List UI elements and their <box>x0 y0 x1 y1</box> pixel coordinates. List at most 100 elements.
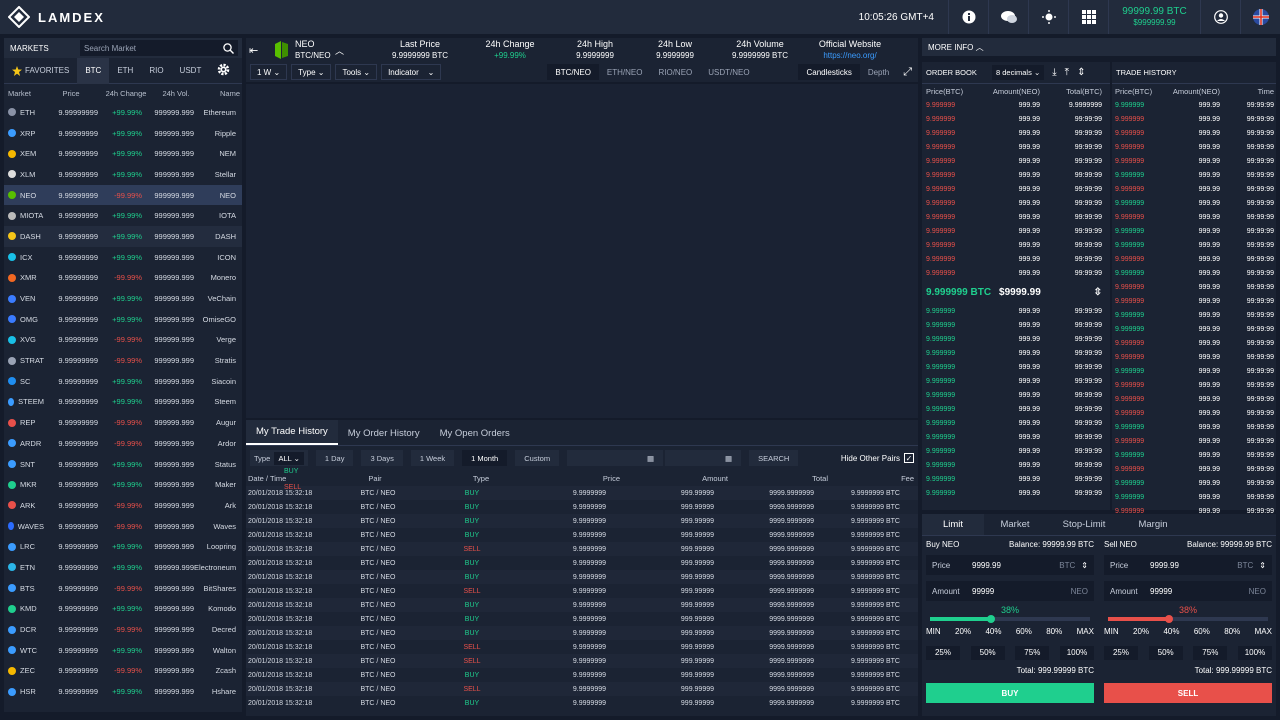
trade-row[interactable]: 9.999999 999.99 99:99:99 <box>1112 294 1276 308</box>
buy-mark[interactable]: 60% <box>1016 627 1032 636</box>
balance[interactable]: 99999.99 BTC $999999.99 <box>1108 0 1200 34</box>
market-row-xem[interactable]: XEM 9.99999999 +99.99% 999999.999 NEM <box>4 143 242 164</box>
end-date-input[interactable]: ▦ <box>665 450 742 466</box>
col-date[interactable]: Date / Time <box>246 474 286 483</box>
buy-mark[interactable]: 20% <box>955 627 971 636</box>
trade-row[interactable]: 9.999999 999.99 99:99:99 <box>1112 196 1276 210</box>
ask-row[interactable]: 9.999999 999.99 99:99:99 <box>922 266 1110 280</box>
bid-row[interactable]: 9.999999 999.99 99:99:99 <box>922 332 1110 346</box>
pair-tab-rio-neo[interactable]: RIO/NEO <box>650 64 700 80</box>
bid-row[interactable]: 9.999999 999.99 99:99:99 <box>922 430 1110 444</box>
col-pair[interactable]: Pair <box>286 474 464 483</box>
sell-slider-handle[interactable] <box>1164 615 1173 623</box>
market-row-xrp[interactable]: XRP 9.99999999 +99.99% 999999.999 Ripple <box>4 123 242 144</box>
sell-price-input[interactable]: Price 9999.99 BTC ⇕ <box>1104 555 1272 575</box>
apps-grid-icon[interactable] <box>1068 0 1108 34</box>
sell-mark[interactable]: MAX <box>1255 627 1272 636</box>
buy-price-stepper-icon[interactable]: ⇕ <box>1081 561 1088 570</box>
market-row-rep[interactable]: REP 9.99999999 -99.99% 999999.999 Augur <box>4 412 242 433</box>
market-row-neo[interactable]: NEO 9.99999999 -99.99% 999999.999 NEO <box>4 184 242 206</box>
ask-row[interactable]: 9.999999 999.99 99:99:99 <box>922 126 1110 140</box>
history-row[interactable]: 20/01/2018 15:32:18 BTC / NEO BUY 9.9999999… <box>246 612 918 626</box>
col-price[interactable]: Price <box>498 474 620 483</box>
market-row-strat[interactable]: STRAT 9.99999999 -99.99% 999999.999 Stratis <box>4 350 242 371</box>
col-price[interactable]: Price <box>44 89 98 98</box>
decimals-select[interactable]: 8 decimals ⌄ <box>992 65 1045 80</box>
history-row[interactable]: 20/01/2018 15:32:18 BTC / NEO BUY 9.9999999… <box>246 528 918 542</box>
market-row-lrc[interactable]: LRC 9.99999999 +99.99% 999999.999 Loopring <box>4 536 242 557</box>
ask-row[interactable]: 9.999999 999.99 99:99:99 <box>922 140 1110 154</box>
buy-price-input[interactable]: Price 9999.99 BTC ⇕ <box>926 555 1094 575</box>
dropdown-option-sell[interactable]: SELL <box>284 480 301 496</box>
ask-row[interactable]: 9.999999 999.99 99:99:99 <box>922 224 1110 238</box>
trade-row[interactable]: 9.999999 999.99 99:99:99 <box>1112 252 1276 266</box>
col-vol[interactable]: 24h Vol. <box>154 89 198 98</box>
bid-row[interactable]: 9.999999 999.99 99:99:99 <box>922 472 1110 486</box>
market-row-dash[interactable]: DASH 9.99999999 +99.99% 999999.999 DASH <box>4 226 242 247</box>
tab-btc[interactable]: BTC <box>77 57 110 84</box>
market-row-bts[interactable]: BTS 9.99999999 -99.99% 999999.999 BitShares <box>4 578 242 599</box>
range-1-month[interactable]: 1 Month <box>462 450 508 466</box>
ask-row[interactable]: 9.999999 999.99 99:99:99 <box>922 196 1110 210</box>
bid-row[interactable]: 9.999999 999.99 99:99:99 <box>922 402 1110 416</box>
history-row[interactable]: 20/01/2018 15:32:18 BTC / NEO BUY 9.9999999… <box>246 486 918 500</box>
bid-row[interactable]: 9.999999 999.99 99:99:99 <box>922 388 1110 402</box>
pair-tab-btc-neo[interactable]: BTC/NEO <box>547 64 599 80</box>
ask-row[interactable]: 9.999999 999.99 99:99:99 <box>922 182 1110 196</box>
trade-row[interactable]: 9.999999 999.99 99:99:99 <box>1112 112 1276 126</box>
info-icon[interactable] <box>948 0 988 34</box>
market-row-zec[interactable]: ZEC 9.99999999 -99.99% 999999.999 Zcash <box>4 661 242 682</box>
col-change[interactable]: 24h Change <box>98 89 154 98</box>
history-row[interactable]: 20/01/2018 15:32:18 BTC / NEO SELL 9.999999… <box>246 640 918 654</box>
pair-selector[interactable]: NEO BTC/NEO <box>295 39 335 61</box>
market-row-xmr[interactable]: XMR 9.99999999 -99.99% 999999.999 Monero <box>4 268 242 289</box>
pair-tab-usdt-neo[interactable]: USDT/NEO <box>700 64 757 80</box>
bid-row[interactable]: 9.999999 999.99 99:99:99 <box>922 444 1110 458</box>
sell-quick-50pct[interactable]: 50% <box>1148 646 1183 660</box>
market-row-wtc[interactable]: WTC 9.99999999 +99.99% 999999.999 Walton <box>4 640 242 661</box>
sell-quick-75pct[interactable]: 75% <box>1193 646 1228 660</box>
sell-mark[interactable]: MIN <box>1104 627 1119 636</box>
tab-stop-limit[interactable]: Stop-Limit <box>1046 514 1122 535</box>
market-row-eth[interactable]: ETH 9.99999999 +99.99% 999999.999 Ethereum <box>4 102 242 123</box>
bid-row[interactable]: 9.999999 999.99 99:99:99 <box>922 486 1110 500</box>
chart-type-select[interactable]: Type ⌄ <box>291 64 332 80</box>
sell-button[interactable]: SELL <box>1104 683 1272 703</box>
trade-row[interactable]: 9.999999 999.99 99:99:99 <box>1112 350 1276 364</box>
sell-quick-25pct[interactable]: 25% <box>1104 646 1138 660</box>
market-row-miota[interactable]: MIOTA 9.99999999 +99.99% 999999.999 IOTA <box>4 205 242 226</box>
market-row-dcr[interactable]: DCR 9.99999999 -99.99% 999999.999 Decred <box>4 619 242 640</box>
sell-mark[interactable]: 80% <box>1224 627 1240 636</box>
buy-mark[interactable]: MAX <box>1077 627 1094 636</box>
trade-row[interactable]: 9.999999 999.99 99:99:99 <box>1112 420 1276 434</box>
ask-row[interactable]: 9.999999 999.99 99:99:99 <box>922 252 1110 266</box>
market-row-ardr[interactable]: ARDR 9.99999999 -99.99% 999999.999 Ardor <box>4 433 242 454</box>
chart-area[interactable] <box>246 84 918 418</box>
trade-row[interactable]: 9.999999 999.99 99:99:99 <box>1112 224 1276 238</box>
market-row-sc[interactable]: SC 9.99999999 +99.99% 999999.999 Siacoin <box>4 371 242 392</box>
tab-my-open-orders[interactable]: My Open Orders <box>430 428 520 445</box>
tab-favorites[interactable]: FAVORITES <box>4 65 77 76</box>
trade-row[interactable]: 9.999999 999.99 99:99:99 <box>1112 280 1276 294</box>
spread-icon[interactable]: ⇳ <box>1094 287 1102 298</box>
history-row[interactable]: 20/01/2018 15:32:18 BTC / NEO BUY 9.9999999… <box>246 696 918 710</box>
tab-eth[interactable]: ETH <box>109 66 141 75</box>
col-fee[interactable]: Fee <box>828 474 914 483</box>
col-market[interactable]: Market <box>4 89 44 98</box>
website-link[interactable]: https://neo.org/ <box>805 50 895 61</box>
tab-market[interactable]: Market <box>984 514 1046 535</box>
market-row-xvg[interactable]: XVG 9.99999999 -99.99% 999999.999 Verge <box>4 330 242 351</box>
market-row-ark[interactable]: ARK 9.99999999 -99.99% 999999.999 Ark <box>4 495 242 516</box>
market-row-ven[interactable]: VEN 9.99999999 +99.99% 999999.999 VeChain <box>4 288 242 309</box>
search-icon[interactable] <box>223 42 234 54</box>
buy-slider-handle[interactable] <box>986 615 995 623</box>
trade-row[interactable]: 9.999999 999.99 99:99:99 <box>1112 238 1276 252</box>
sell-price-stepper-icon[interactable]: ⇕ <box>1259 561 1266 570</box>
market-row-etn[interactable]: ETN 9.99999999 +99.99% 999999.999 Electroneu… <box>4 557 242 578</box>
hide-other-pairs[interactable]: Hide Other Pairs ✓ <box>841 453 914 463</box>
ask-row[interactable]: 9.999999 999.99 9.9999999 <box>922 98 1110 112</box>
col-total[interactable]: Total <box>728 474 828 483</box>
sell-amount-slider[interactable] <box>1108 615 1268 623</box>
ask-row[interactable]: 9.999999 999.99 99:99:99 <box>922 154 1110 168</box>
trade-row[interactable]: 9.999999 999.99 99:99:99 <box>1112 476 1276 490</box>
